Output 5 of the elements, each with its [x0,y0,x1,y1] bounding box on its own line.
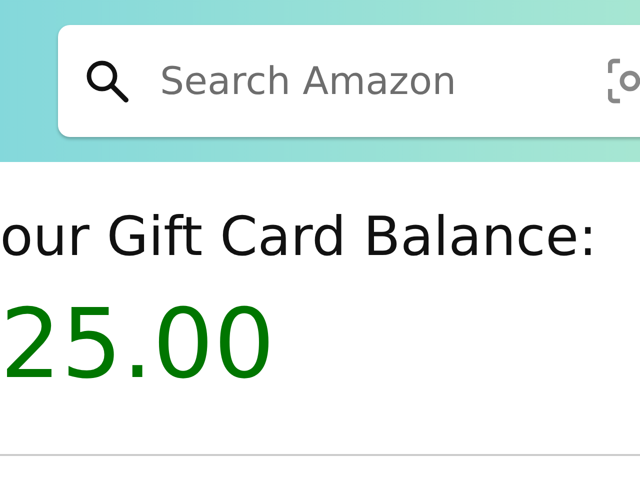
search-icon [84,58,130,104]
balance-label: our Gift Card Balance: [0,204,598,270]
search-field[interactable]: Search Amazon [160,59,560,103]
camera-icon[interactable] [608,57,640,105]
balance-amount: 25.00 [0,287,276,402]
